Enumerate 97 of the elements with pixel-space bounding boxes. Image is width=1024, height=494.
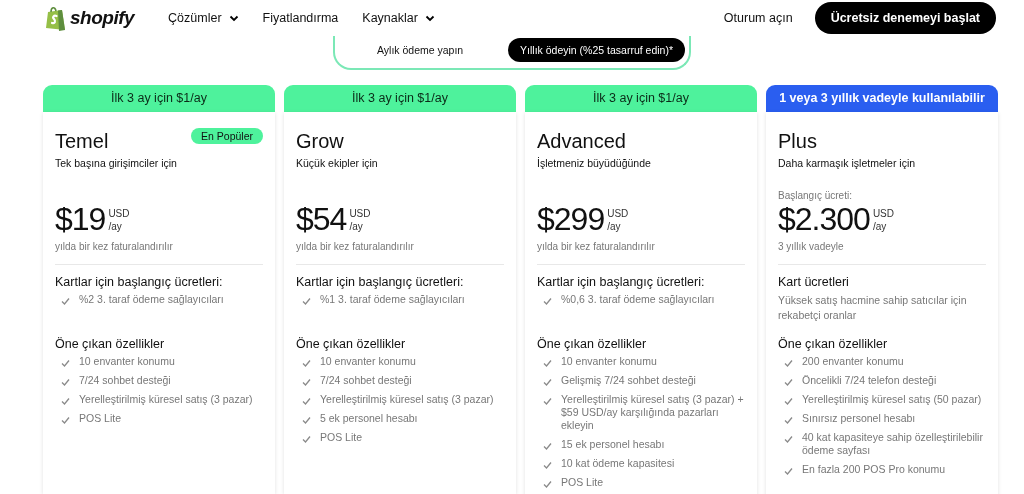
billing-note: yılda bir kez faturalandırılır [296,241,415,252]
check-icon [61,378,70,386]
price-period: /ay [607,219,622,233]
price-period: /ay [349,219,364,233]
price-currency: USD [872,206,894,220]
price-currency: USD [607,206,629,220]
feature-text: 10 envanter konumu [320,355,416,368]
plan-banner: 1 veya 3 yıllık vadeyle kullanılabilir [766,85,998,112]
section-heading: Kartlar için başlangıç ücretleri: [537,275,706,289]
price-period: /ay [872,219,888,233]
check-icon [543,297,552,305]
nav-link[interactable]: Kaynaklar [362,11,435,25]
plan-name: Grow [296,130,344,153]
check-icon [302,297,311,305]
check-icon [543,378,552,386]
feature-text: %0,6 3. taraf ödeme sağlayıcıları [561,293,715,306]
billing-option[interactable]: Aylık ödeme yapın [365,38,476,62]
section-heading: Kartlar için başlangıç ücretleri: [296,275,465,289]
check-icon [543,397,552,405]
check-icon [302,435,311,443]
feature-text: POS Lite [320,431,363,444]
check-icon [543,442,552,450]
price-currency: USD [349,206,371,220]
logo-text: shopify [70,7,135,29]
feature-text: 10 envanter konumu [561,355,657,368]
section-heading: Öne çıkan özellikler [296,337,407,351]
plan-banner: İlk 3 ay için $1/ay [284,85,516,112]
nav-link[interactable]: Çözümler [168,11,239,25]
feature-text: POS Lite [561,476,604,489]
feature-text: Yerelleştirilmiş küresel satış (3 pazar) [320,393,494,406]
feature-text: 7/24 sohbet desteği [320,374,412,387]
plan-tagline: Küçük ekipler için [296,157,379,169]
nav-link[interactable]: Fiyatlandırma [262,11,339,25]
feature-text: 40 kat kapasiteye sahip özelleştirilebilir ödeme sayfası [802,431,984,457]
billing-note: 3 yıllık vadeyle [778,241,845,252]
price-currency: USD [108,206,130,220]
logo-link[interactable]: shopify [44,4,135,32]
plan-name: Advanced [537,130,626,153]
popular-badge: En Popüler [191,128,263,144]
feature-text: Öncelikli 7/24 telefon desteği [802,374,937,387]
check-icon [784,397,793,405]
plan-banner: İlk 3 ay için $1/ay [43,85,275,112]
check-icon [543,480,552,488]
plan-price: $54 [296,201,347,238]
section-heading: Öne çıkan özellikler [778,337,889,351]
feature-text: Yerelleştirilmiş küresel satış (3 pazar) [79,393,253,406]
feature-text: Yerelleştirilmiş küresel satış (3 pazar) + $59 USD/ay karşılığında pazarları ekleyin [561,393,745,432]
check-icon [784,359,793,367]
plan-tagline: Tek başına girişimciler için [55,157,178,169]
price-period: /ay [108,219,123,233]
feature-text: %1 3. taraf ödeme sağlayıcıları [320,293,465,306]
feature-text: %2 3. taraf ödeme sağlayıcıları [79,293,224,306]
feature-text: 7/24 sohbet desteği [79,374,171,387]
feature-text: Sınırsız personel hesabı [802,412,916,425]
plan-tagline: Daha karmaşık işletmeler için [778,157,917,169]
check-icon [302,378,311,386]
login-link[interactable]: Oturum açın [723,11,793,25]
price-label: Başlangıç ücreti: [778,190,853,201]
check-icon [61,359,70,367]
check-icon [543,461,552,469]
feature-text: 15 ek personel hesabı [561,438,665,451]
check-icon [61,397,70,405]
feature-text: 5 ek personel hesabı [320,412,418,425]
section-heading: Öne çıkan özellikler [537,337,648,351]
check-icon [302,397,311,405]
section-heading: Kart ücretleri [778,275,850,289]
check-icon [784,378,793,386]
feature-text: 200 envanter konumu [802,355,904,368]
section-heading: Öne çıkan özellikler [55,337,166,351]
feature-text: 10 kat ödeme kapasitesi [561,457,675,470]
plan-price: $299 [537,201,605,238]
feature-text: 10 envanter konumu [79,355,175,368]
check-icon [302,359,311,367]
feature-text: POS Lite [79,412,122,425]
fees-note: Yüksek satış hacmine sahip satıcılar için rekabetçi oranlar [778,293,968,323]
check-icon [784,435,793,443]
billing-note: yılda bir kez faturalandırılır [55,241,174,252]
billing-option[interactable]: Yıllık ödeyin (%25 tasarruf edin)* [508,38,685,62]
plan-tagline: İşletmeniz büyüdüğünde [537,157,652,169]
plan-banner: İlk 3 ay için $1/ay [525,85,757,112]
check-icon [61,416,70,424]
check-icon [302,416,311,424]
feature-text: En fazla 200 POS Pro konumu [802,463,945,476]
bag-icon [44,4,66,32]
check-icon [543,359,552,367]
billing-note: yılda bir kez faturalandırılır [537,241,656,252]
trial-button[interactable]: Ücretsiz denemeyi başlat [814,2,996,34]
plan-name: Plus [778,130,817,153]
plan-price: $2.300 [778,201,870,238]
section-heading: Kartlar için başlangıç ücretleri: [55,275,224,289]
check-icon [784,416,793,424]
check-icon [61,297,70,305]
feature-text: Yerelleştirilmiş küresel satış (50 pazar) [802,393,982,406]
plan-name: Temel [55,130,109,153]
feature-text: Gelişmiş 7/24 sohbet desteği [561,374,696,387]
check-icon [784,467,793,475]
plan-price: $19 [55,201,106,238]
